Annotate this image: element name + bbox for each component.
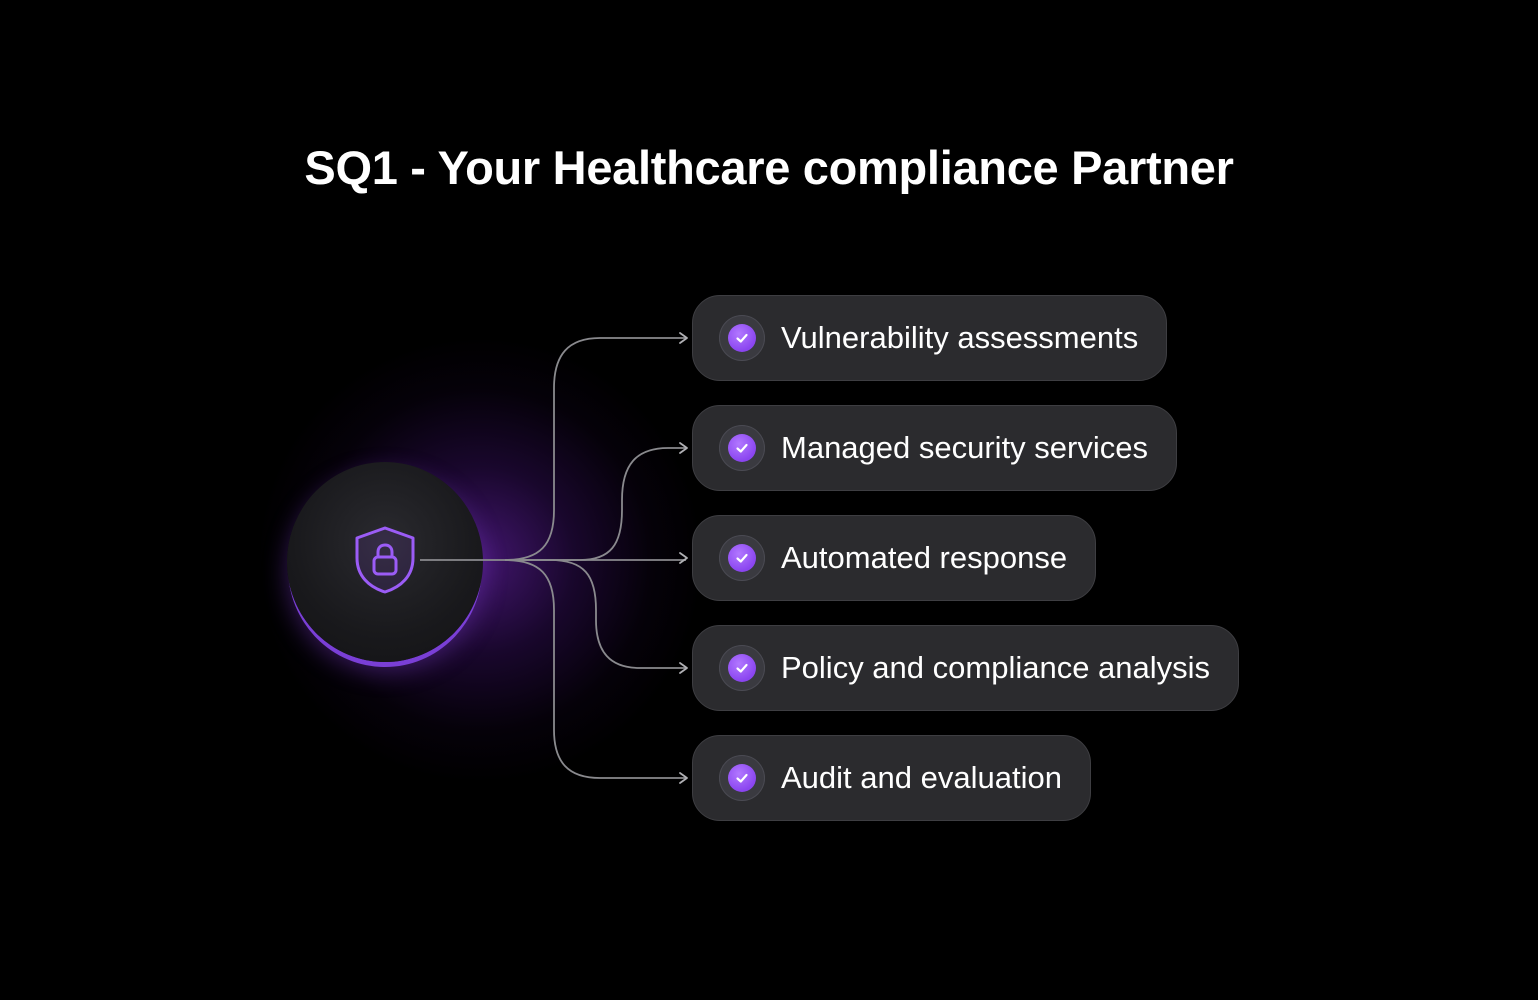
item-label: Automated response	[781, 540, 1068, 575]
item-managed-security-services: Managed security services	[692, 405, 1177, 491]
connector-2	[505, 447, 686, 561]
arrow-head-3	[679, 552, 688, 564]
check-circle-icon	[719, 315, 765, 361]
item-automated-response: Automated response	[692, 515, 1097, 601]
item-vulnerability-assessments: Vulnerability assessments	[692, 295, 1168, 381]
item-label: Policy and compliance analysis	[781, 650, 1211, 685]
connector-1	[420, 337, 686, 561]
check-circle-icon	[719, 425, 765, 471]
item-policy-and-compliance-analysis: Policy and compliance analysis	[692, 625, 1240, 711]
check-circle-icon	[719, 755, 765, 801]
item-label: Audit and evaluation	[781, 760, 1062, 795]
item-label: Managed security services	[781, 430, 1148, 465]
connector-lines	[420, 332, 688, 784]
item-label: Vulnerability assessments	[781, 320, 1139, 355]
item-audit-and-evaluation: Audit and evaluation	[692, 735, 1091, 821]
check-circle-icon	[719, 535, 765, 581]
connector-4	[505, 559, 686, 669]
check-circle-icon	[719, 645, 765, 691]
